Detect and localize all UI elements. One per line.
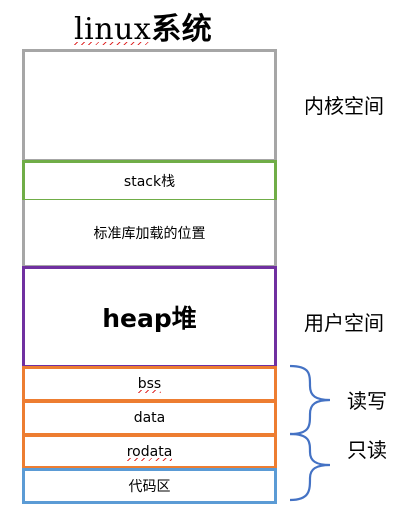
brace-read-only — [289, 432, 331, 502]
brace-read-write — [289, 364, 331, 436]
braces-layer — [289, 364, 331, 502]
